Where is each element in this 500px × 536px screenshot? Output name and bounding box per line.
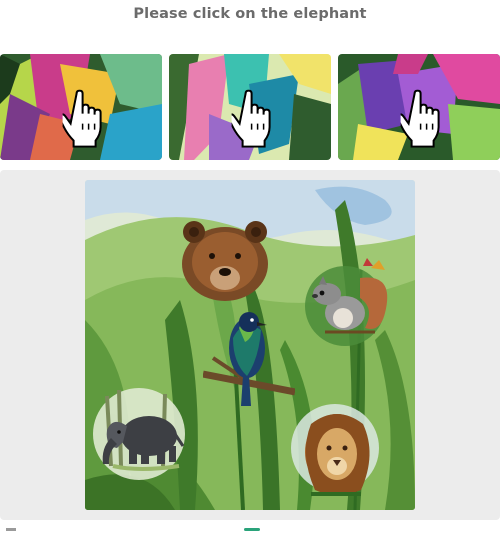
pointer-hand-icon: [400, 89, 440, 148]
example-tile-3[interactable]: [338, 54, 500, 160]
captcha-instruction: Please click on the elephant: [133, 6, 367, 22]
footer-center-mark: [244, 528, 260, 531]
example-tile-1[interactable]: [0, 54, 162, 160]
example-tile-2[interactable]: [169, 54, 331, 160]
captcha-widget: Please click on the elephant: [0, 0, 500, 536]
bird-image[interactable]: [203, 308, 295, 408]
elephant-image[interactable]: [93, 386, 185, 482]
bear-image[interactable]: [180, 220, 270, 302]
example-tiles: [0, 54, 500, 160]
footer-bar: [0, 526, 500, 536]
pointer-hand-icon: [231, 89, 271, 148]
footer-left-mark: [6, 528, 16, 531]
challenge-image[interactable]: [85, 180, 415, 510]
pointer-hand-icon: [62, 89, 102, 148]
lion-image[interactable]: [291, 404, 379, 500]
squirrel-image[interactable]: [305, 258, 395, 350]
challenge-panel: [0, 170, 500, 520]
